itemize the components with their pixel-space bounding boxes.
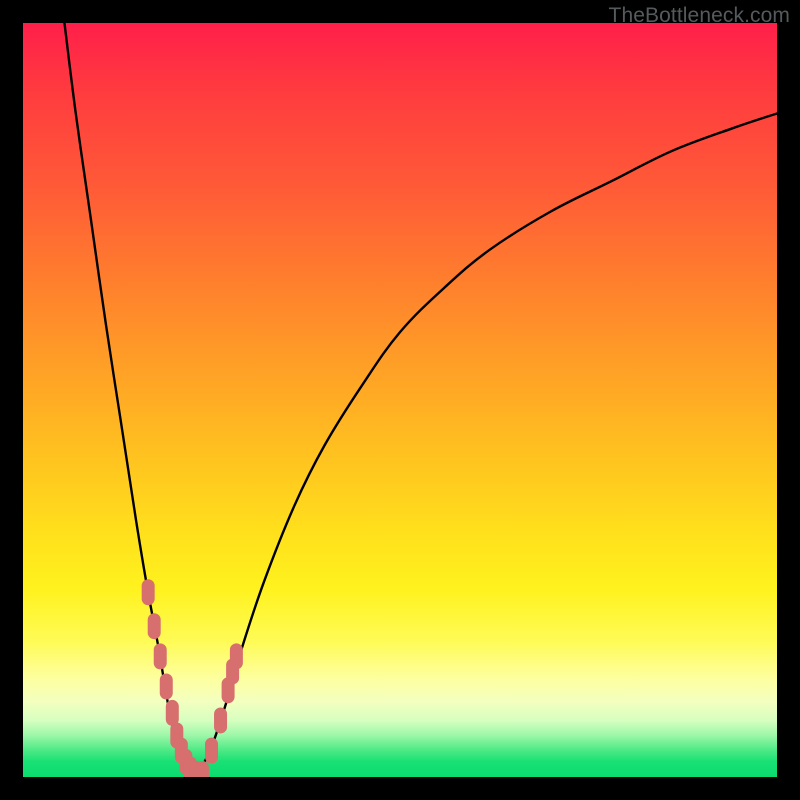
chart-frame: TheBottleneck.com [0,0,800,800]
attribution-watermark: TheBottleneck.com [609,4,790,28]
highlight-markers [142,579,243,777]
marker-point [142,579,155,605]
marker-point [196,761,209,777]
marker-point [148,613,161,639]
plot-area [23,23,777,777]
chart-svg [23,23,777,777]
marker-point [166,700,179,726]
curve-right [196,113,777,777]
marker-point [214,707,227,733]
curve-left [64,23,196,777]
marker-point [154,643,167,669]
marker-point [205,738,218,764]
marker-point [230,643,243,669]
marker-point [160,674,173,700]
